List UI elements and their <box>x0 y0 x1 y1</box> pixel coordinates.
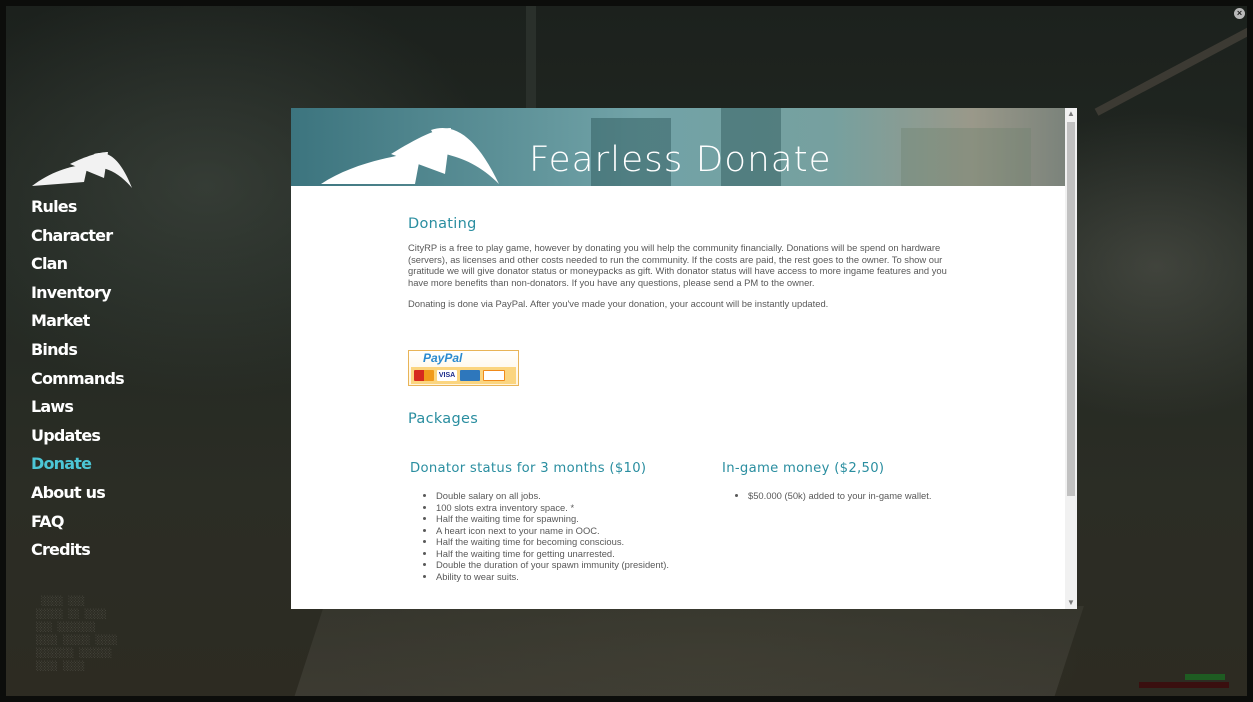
paypal-word-pal: Pal <box>444 351 463 365</box>
list-item: Half the waiting time for becoming consc… <box>436 536 690 548</box>
donating-description: CityRP is a free to play game, however b… <box>408 242 947 289</box>
list-item: Half the waiting time for spawning. <box>436 513 690 525</box>
list-item: $50.000 (50k) added to your in-game wall… <box>748 490 1022 502</box>
scroll-down-icon[interactable]: ▼ <box>1065 597 1077 609</box>
donating-heading: Donating <box>408 216 477 232</box>
menu-item-commands[interactable]: Commands <box>31 366 125 395</box>
donator-package-title: Donator status for 3 months ($10) <box>410 461 647 476</box>
donate-panel: Fearless Donate Donating CityRP is a fre… <box>291 108 1077 609</box>
menu-item-donate[interactable]: Donate <box>31 451 124 480</box>
scrollbar[interactable]: ▲ ▼ <box>1065 108 1077 609</box>
list-item: 100 slots extra inventory space. * <box>436 502 690 514</box>
visa-icon: VISA <box>437 370 457 381</box>
discover-icon <box>483 370 505 381</box>
paypal-button[interactable]: PayPal VISA <box>408 350 519 386</box>
list-item: Double the duration of your spawn immuni… <box>436 559 690 571</box>
donator-benefits-list: Double salary on all jobs. 100 slots ext… <box>410 490 690 582</box>
menu-item-credits[interactable]: Credits <box>31 537 124 566</box>
paypal-word-pay: Pay <box>423 351 445 365</box>
main-menu: Rules Character Clan Inventory Market Bi… <box>31 194 125 566</box>
faded-chat-log: ░░░░ ░░░ ░░░░░ ░░ ░░░░ ░░░ ░░░░░░░ ░░░░ … <box>36 597 118 672</box>
menu-item-laws[interactable]: Laws <box>31 394 124 423</box>
mastercard-icon <box>414 370 434 381</box>
donating-section: Donating CityRP is a free to play game, … <box>408 216 964 310</box>
money-benefits-list: $50.000 (50k) added to your in-game wall… <box>722 490 1022 502</box>
money-package: In-game money ($2,50) $50.000 (50k) adde… <box>722 461 1022 502</box>
donator-package: Donator status for 3 months ($10) Double… <box>410 461 690 582</box>
money-package-title: In-game money ($2,50) <box>722 461 885 476</box>
amex-icon <box>460 370 480 381</box>
scroll-thumb[interactable] <box>1067 122 1075 496</box>
menu-item-binds[interactable]: Binds <box>31 337 124 366</box>
paypal-logo: PayPal <box>423 351 462 365</box>
paypal-note: Donating is done via PayPal. After you'v… <box>408 297 829 309</box>
health-bar <box>1139 682 1229 688</box>
road <box>288 606 1084 696</box>
list-item: A heart icon next to your name in OOC. <box>436 525 690 537</box>
list-item: Half the waiting time for getting unarre… <box>436 548 690 560</box>
close-icon[interactable]: × <box>1234 8 1245 19</box>
list-item: Double salary on all jobs. <box>436 490 690 502</box>
tree-branch <box>1094 24 1247 116</box>
fearless-logo-icon <box>321 128 499 184</box>
menu-item-character[interactable]: Character <box>31 223 124 252</box>
scroll-up-icon[interactable]: ▲ <box>1065 108 1077 120</box>
lamp-pole <box>526 6 536 116</box>
banner-building <box>901 128 1031 186</box>
list-item: Ability to wear suits. <box>436 571 690 583</box>
stamina-bar <box>1185 674 1225 680</box>
menu-item-updates[interactable]: Updates <box>31 423 124 452</box>
menu-item-about-us[interactable]: About us <box>31 480 124 509</box>
menu-item-inventory[interactable]: Inventory <box>31 280 124 309</box>
banner-title: Fearless Donate <box>529 140 832 180</box>
menu-item-faq[interactable]: FAQ <box>31 509 124 538</box>
menu-item-clan[interactable]: Clan <box>31 251 124 280</box>
fearless-logo-icon <box>32 152 132 188</box>
banner: Fearless Donate <box>291 108 1065 186</box>
menu-item-market[interactable]: Market <box>31 308 124 337</box>
menu-item-rules[interactable]: Rules <box>31 194 124 223</box>
packages-heading: Packages <box>408 411 479 427</box>
